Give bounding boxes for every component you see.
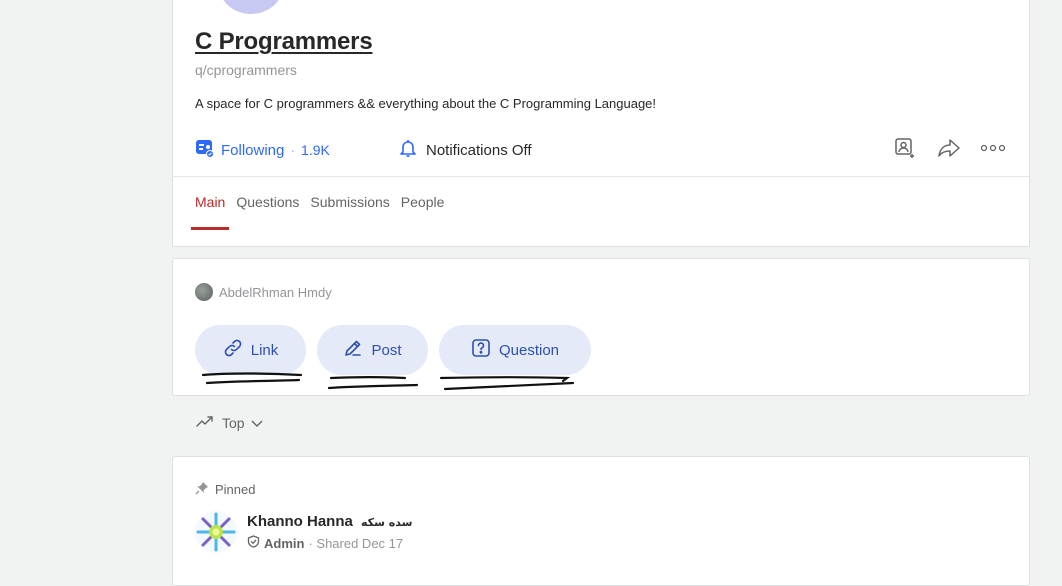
trending-icon [196,414,216,431]
space-handle: q/cprogrammers [195,62,297,78]
space-header-card: C Programmers q/cprogrammers A space for… [172,0,1030,247]
link-icon [223,338,243,362]
following-icon [195,138,215,162]
more-options-icon[interactable] [979,134,1007,162]
pinned-post-card: Pinned Khanno Hanna سده سکه Admin · Shar… [172,456,1030,586]
question-icon [471,338,491,362]
sort-dropdown[interactable]: Top [196,414,263,431]
following-button[interactable]: Following · 1.9K [195,138,330,162]
link-button[interactable]: Link [195,325,306,375]
link-label: Link [250,341,279,359]
space-avatar [219,0,283,14]
share-icon[interactable] [935,134,963,162]
composer-author: AbdelRhman Hmdy [195,283,332,301]
pinned-indicator: Pinned [195,481,255,498]
tab-submissions[interactable]: Submissions [310,194,389,230]
author-name[interactable]: Khanno Hanna [247,513,353,530]
pencil-icon [343,338,363,362]
tab-people[interactable]: People [401,194,445,230]
question-label: Question [498,341,560,359]
composer-card: AbdelRhman Hmdy Link Post Question [172,258,1030,396]
tab-main[interactable]: Main [190,194,230,230]
composer-actions: Link Post Question [195,325,591,375]
space-title[interactable]: C Programmers [195,28,373,56]
invite-icon[interactable] [891,134,919,162]
post-button[interactable]: Post [317,325,428,375]
bell-icon [398,138,418,162]
author-name-alt: سده سکه [361,516,413,529]
tab-questions[interactable]: Questions [236,194,299,230]
post-meta: Admin · Shared Dec 17 [247,535,412,551]
post-shared-date: · Shared Dec 17 [308,535,404,551]
space-actions [891,134,1007,162]
chevron-down-icon [251,415,263,431]
post-label: Post [371,341,402,359]
author-role: Admin [264,535,305,551]
follow-separator: · [290,142,296,158]
composer-user-name[interactable]: AbdelRhman Hmdy [219,285,332,300]
follower-count: 1.9K [301,142,330,158]
question-button[interactable]: Question [439,325,591,375]
notifications-label: Notifications Off [426,141,532,159]
space-description: A space for C programmers && everything … [195,96,657,111]
post-author: Khanno Hanna سده سکه Admin · Shared Dec … [195,511,412,553]
pinned-label: Pinned [215,482,256,497]
sort-label: Top [222,414,245,431]
tab-divider [173,176,1029,177]
user-avatar [195,283,213,301]
admin-badge-icon [247,535,260,551]
notifications-button[interactable]: Notifications Off [398,138,532,162]
author-name-row: Khanno Hanna سده سکه [247,513,412,530]
pin-icon [195,481,209,498]
author-avatar[interactable] [195,511,237,553]
following-label: Following [221,141,285,159]
handwritten-underline-marks [201,372,575,391]
space-tabs: Main Questions Submissions People [190,194,445,230]
